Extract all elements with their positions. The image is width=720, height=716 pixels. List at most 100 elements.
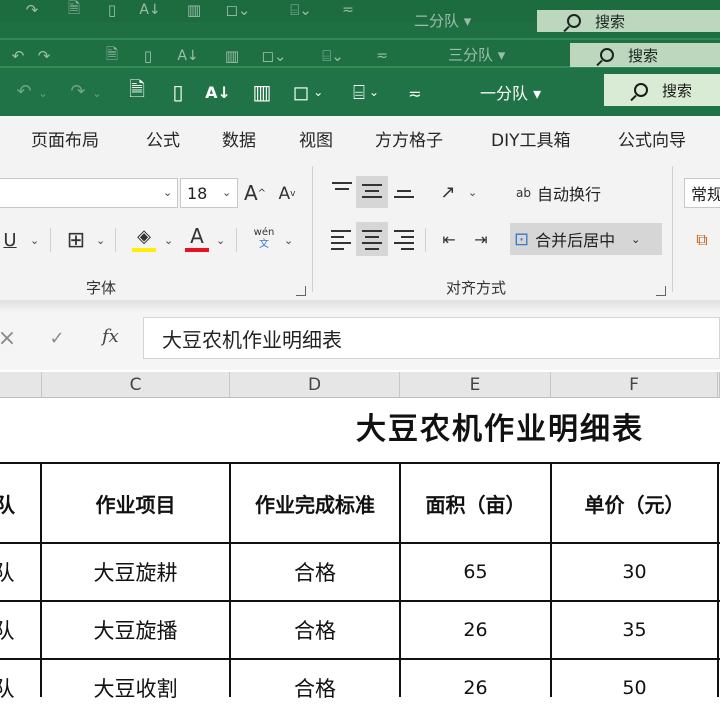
column-header-b[interactable] [0,372,42,398]
align-left-icon[interactable] [331,230,351,254]
table-header-area[interactable]: 面积（亩） [401,464,550,542]
customize-icon[interactable]: ≂ [338,0,358,20]
shapes-icon[interactable]: ◻⌄ [256,46,292,66]
dialog-launcher-icon[interactable] [656,286,666,296]
cancel-icon[interactable]: × [0,326,16,351]
shapes-icon[interactable]: ◻⌄ [218,0,258,20]
borders-icon[interactable]: ⊞ [62,226,90,254]
chevron-down-icon[interactable]: ⌄ [96,234,105,247]
new-file-icon[interactable]: ▯ [136,46,160,66]
table-cell-item[interactable]: 大豆旋播 [42,602,229,658]
align-middle-icon[interactable] [362,184,382,202]
chevron-down-icon[interactable]: ⌄ [163,186,172,199]
merge-center-button[interactable]: ⊡ 合并后居中 ⌄ [510,223,662,255]
table-header-standard[interactable]: 作业完成标准 [231,464,399,542]
table-cell-team[interactable]: 队 [0,660,18,716]
table-header-item[interactable]: 作业项目 [42,464,229,542]
chevron-down-icon[interactable]: ⌄ [468,186,477,199]
conditional-format-icon[interactable]: ⧉ [688,226,716,254]
chevron-down-icon[interactable]: ⌄ [30,234,39,247]
sort-az-icon[interactable]: A↓ [138,0,162,20]
team-name-2[interactable]: 三分队 ▾ [448,44,505,65]
search-box-2[interactable]: 搜索 [570,43,720,67]
chart-icon[interactable]: ▥ [248,78,276,106]
shrink-font-icon[interactable]: Av [276,180,298,208]
column-header-e[interactable]: E [400,372,551,398]
increase-indent-icon[interactable]: ⇥ [468,224,494,254]
formula-input[interactable]: 大豆农机作业明细表 [143,317,720,359]
table-cell-standard[interactable]: 合格 [231,544,399,600]
tab-formulas[interactable]: 公式 [146,126,180,151]
redo-icon[interactable]: ↷ [20,0,44,20]
table-cell-standard[interactable]: 合格 [231,602,399,658]
table-cell-item[interactable]: 大豆收割 [42,660,229,716]
chevron-down-icon[interactable]: ⌄ [164,234,173,247]
text-orientation-icon[interactable]: ↗ [434,178,462,206]
table-cell-price[interactable]: 50 [552,660,717,716]
table-cell-area[interactable]: 26 [401,602,550,658]
customize-icon[interactable]: ≂ [404,80,426,106]
new-file-icon[interactable]: ▯ [166,78,190,106]
chart-icon[interactable]: ▥ [182,0,206,20]
search-box-3[interactable]: 搜索 [537,10,720,32]
sort-az-icon[interactable]: A↓ [204,78,232,106]
chevron-down-icon[interactable]: ⌄ [222,186,231,199]
confirm-icon[interactable]: ✓ [46,326,68,350]
tab-data[interactable]: 数据 [222,126,256,151]
fill-color-icon[interactable]: ◈ [130,222,158,250]
search-box-1[interactable]: 搜索 [604,74,720,106]
table-cell-item[interactable]: 大豆旋耕 [42,544,229,600]
dialog-launcher-icon[interactable] [296,286,306,296]
table-cell-team[interactable]: 队 [0,602,18,658]
table-cell-area[interactable]: 26 [401,660,550,716]
customize-icon[interactable]: ≂ [372,46,392,66]
table-cell-standard[interactable]: 合格 [231,660,399,716]
tab-page-layout[interactable]: 页面布局 [31,126,99,151]
insert-function-icon[interactable]: fx [102,326,119,347]
align-bottom-icon[interactable] [394,190,414,202]
text-box-icon[interactable]: ⌸⌄ [278,0,324,20]
redo-icon[interactable]: ↷ [66,78,90,104]
undo-icon[interactable]: ↶ [6,46,30,66]
team-name-3[interactable]: 二分队 ▾ [414,10,471,31]
print-preview-icon[interactable]: 🗎 [100,45,124,66]
tab-diy-toolbox[interactable]: DIY工具箱 [491,126,571,151]
font-name-combobox[interactable] [0,178,178,208]
tab-view[interactable]: 视图 [299,126,333,151]
column-header-f[interactable]: F [551,372,718,398]
chevron-down-icon[interactable]: ⌄ [284,234,293,247]
team-name-1[interactable]: 一分队 ▾ [480,80,541,104]
decrease-indent-icon[interactable]: ⇤ [436,224,462,254]
grow-font-icon[interactable]: A ^ [243,178,267,208]
text-box-icon[interactable]: ⌸⌄ [342,78,390,106]
chart-icon[interactable]: ▥ [220,46,244,66]
align-top-icon[interactable] [332,182,352,194]
table-header-price[interactable]: 单价（元） [552,464,717,542]
table-cell-team[interactable]: 队 [0,544,18,600]
font-color-icon[interactable]: A [184,222,210,250]
new-file-icon[interactable]: ▯ [100,0,124,20]
number-format-combobox[interactable]: 常规 [684,178,720,208]
redo-dropdown-icon[interactable]: ⌄ [90,80,104,106]
undo-dropdown-icon[interactable]: ⌄ [36,80,50,106]
align-right-icon[interactable] [394,230,414,254]
tab-formula-wizard[interactable]: 公式向导 [618,126,686,151]
table-header-team[interactable]: 队 [0,464,18,542]
sheet-title[interactable]: 大豆农机作业明细表 [356,404,644,448]
table-cell-area[interactable]: 65 [401,544,550,600]
chevron-down-icon[interactable]: ⌄ [216,234,225,247]
undo-icon[interactable]: ↶ [12,78,36,104]
shapes-icon[interactable]: ◻⌄ [284,78,332,106]
sort-az-icon[interactable]: A↓ [176,46,200,66]
column-header-d[interactable]: D [230,372,400,398]
align-center-icon[interactable] [362,230,382,254]
chevron-down-icon[interactable]: ⌄ [631,233,640,246]
phonetic-guide-icon[interactable]: wén 文 [248,224,280,254]
print-preview-icon[interactable]: 🗎 [62,0,86,20]
table-cell-price[interactable]: 35 [552,602,717,658]
column-header-c[interactable]: C [42,372,230,398]
text-box-icon[interactable]: ⌸⌄ [310,46,356,66]
tab-fangfang-grid[interactable]: 方方格子 [375,126,443,151]
table-cell-price[interactable]: 30 [552,544,717,600]
underline-icon[interactable]: U [0,226,20,254]
